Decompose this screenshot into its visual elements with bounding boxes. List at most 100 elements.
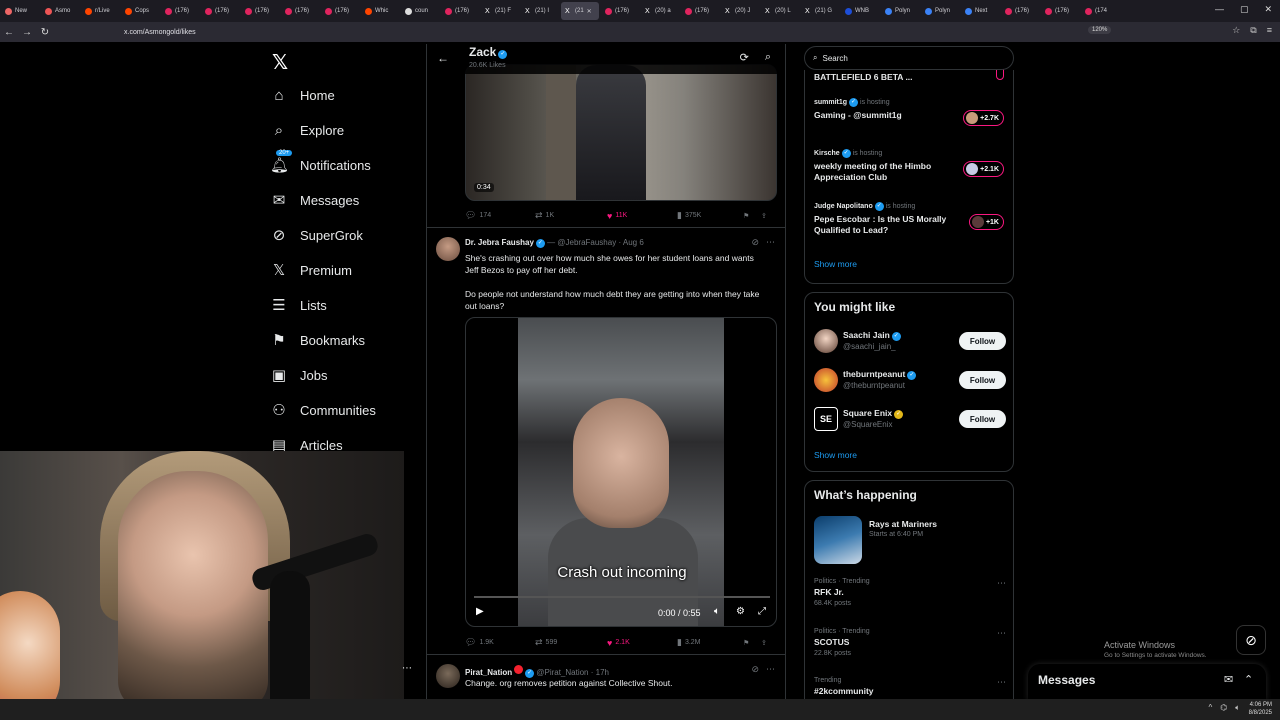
tab[interactable]: New: [1, 2, 39, 20]
nav-bookmarks[interactable]: ⚑ Bookmarks: [270, 328, 365, 352]
volume-icon[interactable]: 🔈︎: [1235, 703, 1240, 713]
more-options-icon[interactable]: ⋯: [766, 237, 775, 248]
minimize-icon[interactable]: —: [1215, 4, 1224, 15]
extension-icon[interactable]: ⧉: [1250, 25, 1256, 36]
follow-suggestion[interactable]: theburntpeanut ✓ @theburntpeanut Follow: [814, 368, 1006, 392]
volume-icon[interactable]: 🔈︎: [714, 606, 720, 617]
nav-explore[interactable]: ⌕ Explore: [270, 118, 344, 142]
nav-notifications[interactable]: 🔔︎ 20+ Notifications: [270, 150, 371, 177]
tab[interactable]: WNB: [841, 2, 879, 20]
tab[interactable]: (176): [1001, 2, 1039, 20]
settings-icon[interactable]: ⚙: [736, 606, 745, 617]
tab[interactable]: (176): [441, 2, 479, 20]
close-window-icon[interactable]: ✕: [1264, 4, 1272, 15]
follow-button[interactable]: Follow: [959, 410, 1006, 428]
more-options-icon[interactable]: ⋯: [997, 677, 1006, 688]
trend-item[interactable]: Politics · Trending SCOTUS 22.8K posts ⋯: [814, 628, 1006, 657]
tab[interactable]: (174: [1081, 2, 1119, 20]
messages-drawer[interactable]: Messages ✉ ⌃: [1028, 664, 1266, 700]
tweet-video-player[interactable]: Crash out incoming ▶ 0:00 / 0:55 🔈︎ ⚙ ⤢: [465, 317, 777, 627]
avatar[interactable]: [436, 664, 460, 688]
space-item[interactable]: summit1g ✓ is hosting Gaming - @summit1g …: [814, 98, 1006, 126]
system-clock[interactable]: 4:06 PM 8/8/2025: [1249, 701, 1272, 717]
like-button[interactable]: ♥ 11K: [607, 211, 677, 221]
x-logo-icon[interactable]: 𝕏: [272, 50, 288, 75]
more-options-icon[interactable]: ⋯: [997, 578, 1006, 589]
tab[interactable]: r/Live: [81, 2, 119, 20]
tab[interactable]: Polyn: [881, 2, 919, 20]
nav-lists[interactable]: ☰ Lists: [270, 293, 326, 317]
tab[interactable]: Polyn: [921, 2, 959, 20]
zoom-level[interactable]: 120%: [1088, 26, 1112, 34]
author-handle[interactable]: @Pirat_Nation: [536, 668, 588, 677]
menu-icon[interactable]: ≡: [1267, 25, 1272, 36]
nav-supergrok[interactable]: ⊘ SuperGrok: [270, 223, 363, 247]
reload-icon[interactable]: ↻: [36, 27, 54, 38]
tab[interactable]: X (21) G: [801, 2, 839, 20]
trend-item[interactable]: Trending #2kcommunity ⋯: [814, 677, 1006, 696]
maximize-icon[interactable]: ▢: [1240, 4, 1249, 15]
author-name[interactable]: Dr. Jebra Faushay: [465, 238, 534, 247]
video-progress-bar[interactable]: [474, 596, 770, 598]
space-listener-pill[interactable]: +2.7K: [963, 110, 1004, 126]
bookmark-icon[interactable]: ⚑: [743, 639, 761, 647]
tab[interactable]: X (21) F: [481, 2, 519, 20]
show-more-link[interactable]: Show more: [814, 259, 857, 269]
space-listener-pill[interactable]: +1K: [968, 214, 1004, 230]
back-nav-icon[interactable]: ←: [0, 27, 18, 38]
refresh-icon[interactable]: ⟳: [740, 51, 749, 64]
tab[interactable]: Next: [961, 2, 999, 20]
back-arrow-icon[interactable]: ←: [437, 51, 449, 65]
square-enix-logo-icon[interactable]: SE: [814, 407, 838, 431]
space-item[interactable]: Judge Napolitano ✓ is hosting Pepe Escoba…: [814, 202, 1006, 236]
grok-explain-icon[interactable]: ⊘: [751, 237, 759, 248]
views-button[interactable]: ▮ 375K: [677, 210, 743, 221]
nav-jobs[interactable]: ▣ Jobs: [270, 363, 328, 387]
reply-button[interactable]: 💬︎ 174: [465, 210, 535, 221]
tab[interactable]: (176): [681, 2, 719, 20]
event-item[interactable]: Rays at Mariners Starts at 6:40 PM: [814, 516, 1006, 564]
trend-item[interactable]: Politics · Trending RFK Jr. 68.4K posts …: [814, 578, 1006, 607]
tweet-date[interactable]: 17h: [596, 668, 609, 677]
nav-home[interactable]: ⌂ Home: [270, 83, 334, 107]
new-message-icon[interactable]: ✉: [1224, 673, 1233, 686]
more-options-icon[interactable]: ⋯: [997, 628, 1006, 639]
tab[interactable]: (176): [161, 2, 199, 20]
forward-nav-icon[interactable]: →: [18, 27, 36, 38]
space-item[interactable]: BATTLEFIELD 6 BETA ...: [814, 64, 1006, 83]
tweet-date[interactable]: Aug 6: [623, 238, 644, 247]
views-button[interactable]: ▮ 3.2M: [677, 637, 743, 648]
tab[interactable]: (176): [1041, 2, 1079, 20]
grok-explain-icon[interactable]: ⊘: [751, 664, 759, 675]
tweet[interactable]: Pirat_Nation ✓ @Pirat_Nation · 17h ⋯ ⊘ Ch…: [427, 654, 785, 699]
grok-icon[interactable]: ⊘: [1236, 625, 1266, 655]
avatar[interactable]: [814, 368, 838, 392]
tab[interactable]: Cops: [121, 2, 159, 20]
author-name[interactable]: Pirat_Nation: [465, 668, 512, 677]
tab[interactable]: Whic: [361, 2, 399, 20]
network-icon[interactable]: ⌬: [1220, 703, 1227, 713]
follow-button[interactable]: Follow: [959, 371, 1006, 389]
tab-active[interactable]: X (21 ✕: [561, 2, 599, 20]
fullscreen-icon[interactable]: ⤢: [758, 606, 766, 617]
tab[interactable]: (176): [601, 2, 639, 20]
tweet-video[interactable]: 0:34: [465, 64, 777, 201]
follow-suggestion[interactable]: SE Square Enix ✓ @SquareEnix Follow: [814, 407, 1006, 431]
search-input[interactable]: Search: [822, 54, 847, 63]
more-options-icon[interactable]: ⋯: [766, 664, 775, 675]
follow-suggestion[interactable]: Saachi Jain ✓ @saachi_jain_ Follow: [814, 329, 1006, 353]
search-icon[interactable]: ⌕: [765, 51, 771, 64]
chevron-up-icon[interactable]: ^: [1208, 703, 1212, 713]
space-item[interactable]: Kirsche ✓ is hosting weekly meeting of th…: [814, 149, 1006, 183]
reply-button[interactable]: 💬︎ 1.9K: [465, 637, 535, 648]
avatar[interactable]: [436, 237, 460, 261]
tab[interactable]: X (20) J: [721, 2, 759, 20]
tab[interactable]: (176): [321, 2, 359, 20]
play-icon[interactable]: ▶: [476, 606, 484, 617]
author-handle[interactable]: @JebraFaushay: [557, 238, 616, 247]
nav-messages[interactable]: ✉ Messages: [270, 188, 360, 212]
bookmark-star-icon[interactable]: ☆: [1232, 25, 1240, 36]
nav-premium[interactable]: 𝕏 Premium: [270, 258, 352, 282]
tab[interactable]: X (20) L: [761, 2, 799, 20]
tab[interactable]: X (20) a: [641, 2, 679, 20]
